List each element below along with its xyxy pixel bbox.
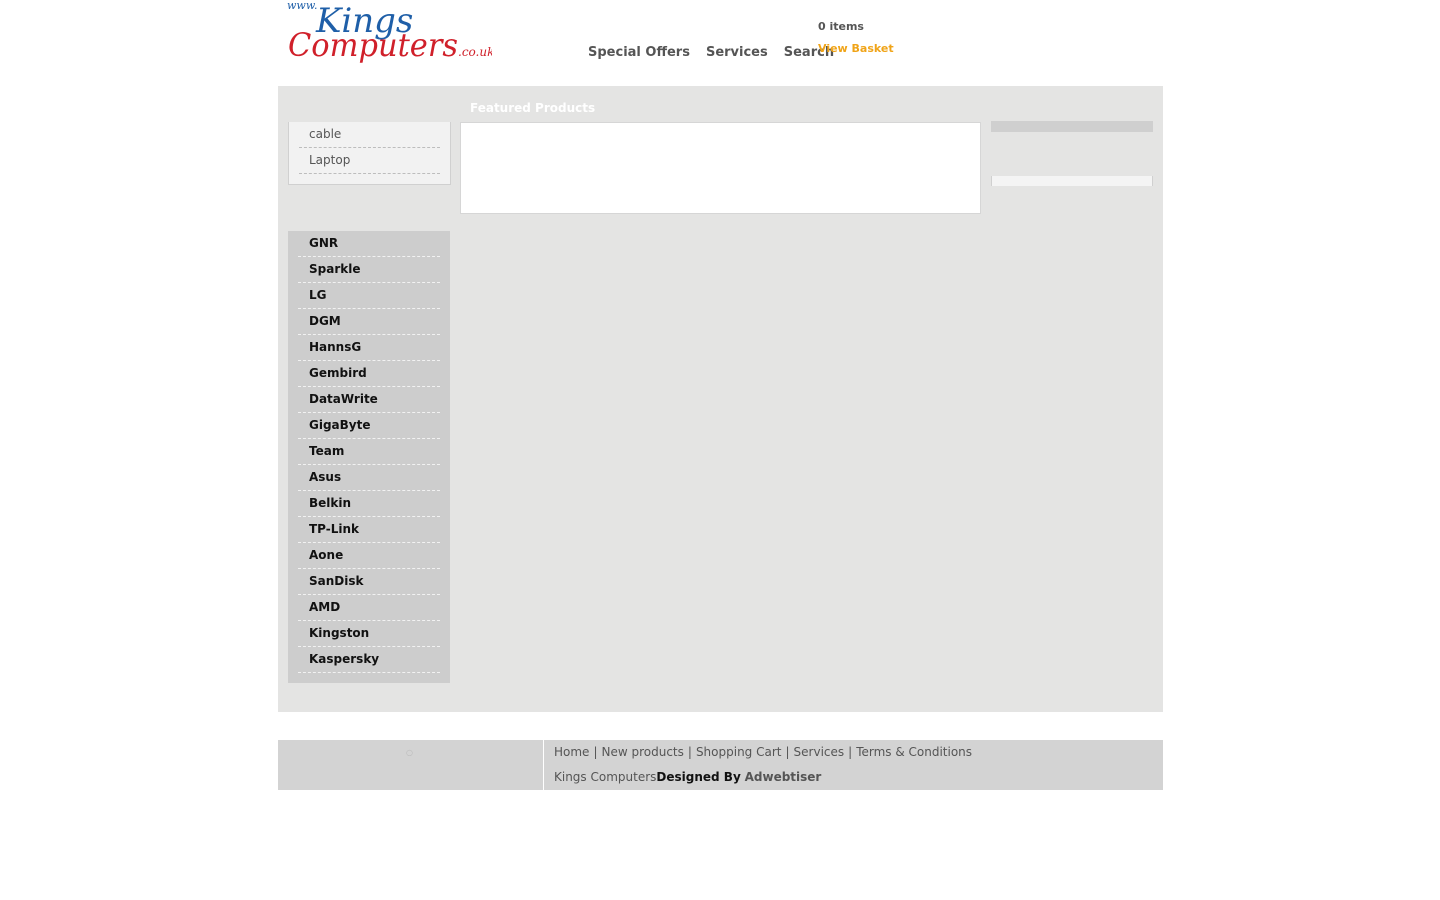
footer-credit: Kings ComputersDesigned By Adwebtiser	[554, 770, 821, 784]
brand-item-belkin[interactable]: Belkin	[298, 491, 440, 517]
nav-special-offers[interactable]: Special Offers	[588, 45, 690, 60]
footer-link-home[interactable]: Home	[554, 745, 589, 759]
brand-item-sandisk[interactable]: SanDisk	[298, 569, 440, 595]
footer-image-placeholder-icon: ○	[406, 748, 413, 757]
svg-text:www.: www.	[287, 0, 317, 12]
featured-products-title: Featured Products	[470, 101, 596, 115]
brand-item-aone[interactable]: Aone	[298, 543, 440, 569]
brand-item-gembird[interactable]: Gembird	[298, 361, 440, 387]
brand-item-kaspersky[interactable]: Kaspersky	[298, 647, 440, 673]
brand-item-gigabyte[interactable]: GigaByte	[298, 413, 440, 439]
footer-link-terms[interactable]: Terms & Conditions	[856, 745, 972, 759]
footer-separator: |	[687, 745, 692, 759]
footer-links: Home | New products | Shopping Cart | Services…	[554, 745, 972, 759]
brand-menu: GNR Sparkle LG DGM HannsG Gembird DataWr…	[288, 231, 450, 683]
brand-item-lg[interactable]: LG	[298, 283, 440, 309]
brand-item-tp-link[interactable]: TP-Link	[298, 517, 440, 543]
category-item-laptop[interactable]: Laptop	[299, 148, 440, 174]
main-content: cable Laptop Featured Products GNR Spark…	[278, 86, 1163, 712]
svg-text:.co.uk: .co.uk	[458, 45, 492, 59]
brand-item-datawrite[interactable]: DataWrite	[298, 387, 440, 413]
footer-separator: |	[785, 745, 790, 759]
footer-company-name: Kings Computers	[554, 770, 657, 784]
category-item-cable[interactable]: cable	[299, 122, 440, 148]
brand-item-hannsg[interactable]: HannsG	[298, 335, 440, 361]
right-panel-body	[991, 176, 1153, 186]
brand-item-kingston[interactable]: Kingston	[298, 621, 440, 647]
footer: ○ Home | New products | Shopping Cart | Servic…	[278, 740, 1163, 790]
featured-products-panel	[460, 122, 981, 214]
brand-item-asus[interactable]: Asus	[298, 465, 440, 491]
nav-services[interactable]: Services	[706, 45, 768, 60]
footer-link-shopping-cart[interactable]: Shopping Cart	[696, 745, 782, 759]
footer-separator: |	[848, 745, 853, 759]
top-nav: Special Offers Services Search	[588, 45, 850, 60]
brand-item-team[interactable]: Team	[298, 439, 440, 465]
footer-left-panel: ○	[278, 740, 544, 790]
category-menu: cable Laptop	[288, 122, 451, 185]
brand-item-dgm[interactable]: DGM	[298, 309, 440, 335]
footer-designer-link[interactable]: Adwebtiser	[745, 770, 822, 784]
brand-item-amd[interactable]: AMD	[298, 595, 440, 621]
svg-text:Computers: Computers	[288, 26, 458, 64]
view-basket-link[interactable]: View Basket	[818, 42, 894, 55]
footer-separator: |	[593, 745, 598, 759]
footer-link-services[interactable]: Services	[794, 745, 845, 759]
footer-link-new-products[interactable]: New products	[601, 745, 683, 759]
right-panel-header	[991, 121, 1153, 132]
kings-computers-logo[interactable]: www. Kings Computers .co.uk	[287, 0, 492, 66]
page: www. Kings Computers .co.uk Special Offe…	[0, 0, 1440, 900]
footer-designed-by: Designed By	[656, 770, 741, 784]
cart-item-count: 0 items	[818, 20, 864, 33]
brand-item-sparkle[interactable]: Sparkle	[298, 257, 440, 283]
brand-item-gnr[interactable]: GNR	[298, 231, 440, 257]
